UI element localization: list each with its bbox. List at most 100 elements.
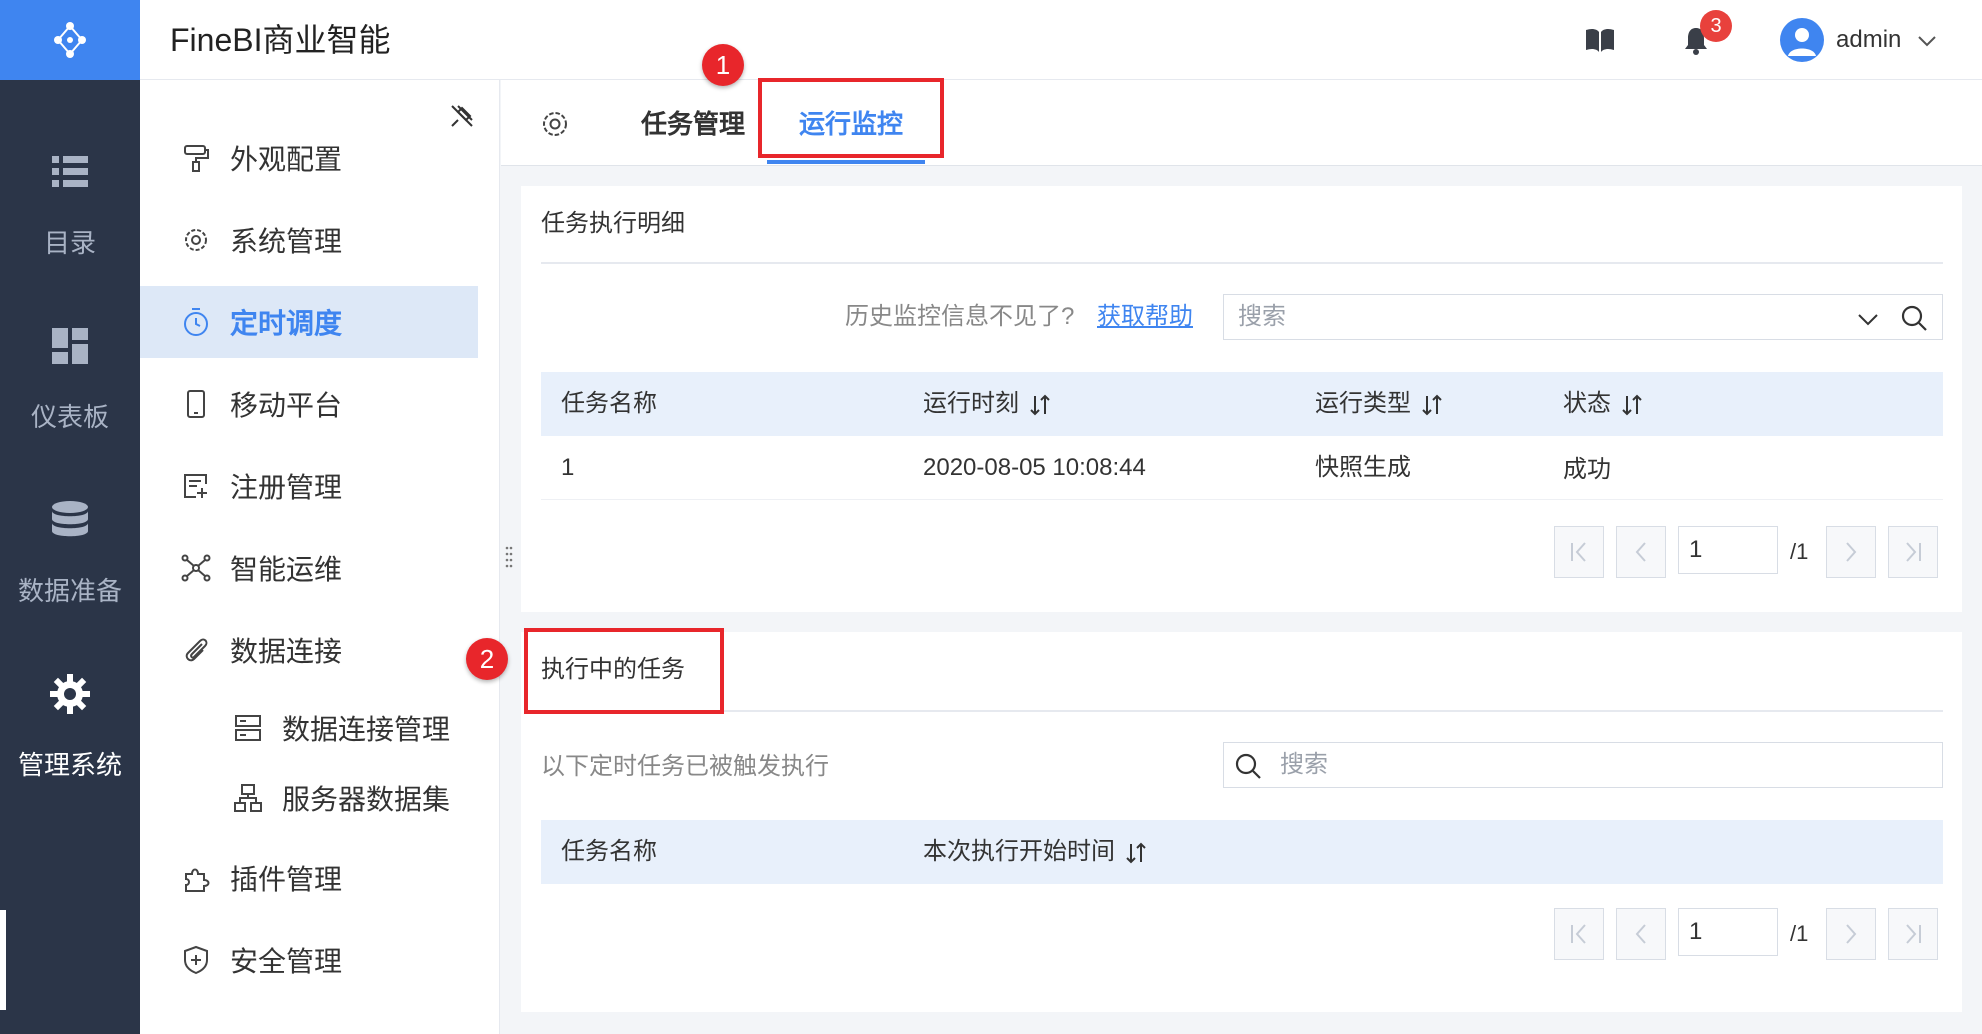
settings-icon[interactable] (539, 108, 571, 140)
running-hint: 以下定时任务已被触发执行 (541, 753, 829, 780)
pagination: 1 /1 (1554, 526, 1938, 578)
rail-item-label: 目录 (43, 228, 96, 258)
primary-sidebar: 目录 仪表板 数据准备 管理系统 (0, 80, 140, 1034)
annotation-highlight-tab (758, 78, 944, 158)
chevron-down-icon[interactable] (1856, 307, 1880, 331)
resize-handle[interactable] (504, 544, 514, 572)
running-tasks-panel: 执行中的任务 以下定时任务已被触发执行 搜索 任务名称 本次执行开始时间 1 /… (521, 632, 1962, 1012)
nav-item-registration[interactable]: 注册管理 (140, 450, 478, 522)
app-logo[interactable] (0, 0, 140, 80)
mobile-icon (187, 390, 205, 418)
search-icon[interactable] (1234, 752, 1262, 780)
page-number-input[interactable]: 1 (1678, 908, 1778, 956)
last-page-icon (1906, 542, 1921, 562)
sort-icon[interactable] (1027, 393, 1053, 417)
rail-item-dashboard[interactable]: 仪表板 (0, 324, 140, 524)
user-name[interactable]: admin (1836, 26, 1901, 54)
prev-page-button[interactable] (1616, 526, 1666, 578)
running-search-input[interactable]: 搜索 (1223, 742, 1943, 788)
avatar[interactable] (1780, 18, 1824, 62)
cell-status: 成功 (1563, 456, 1611, 483)
next-page-button[interactable] (1826, 908, 1876, 960)
nav-item-label: 数据连接 (230, 636, 343, 667)
rail-item-label: 仪表板 (30, 402, 109, 432)
column-label: 本次执行开始时间 (923, 838, 1115, 865)
nav-item-ops[interactable]: 智能运维 (140, 532, 478, 604)
nav-item-connection-manage[interactable]: 数据连接管理 (140, 692, 478, 764)
gear-icon (185, 229, 207, 251)
book-icon[interactable] (1584, 26, 1616, 54)
column-header-status[interactable]: 状态 (1563, 388, 1645, 420)
rail-active-indicator (0, 910, 6, 1010)
search-icon[interactable] (1900, 304, 1928, 332)
column-header-name: 任务名称 (561, 836, 657, 868)
registration-icon (184, 474, 207, 498)
sort-icon[interactable] (1619, 393, 1645, 417)
first-page-icon (1571, 924, 1586, 944)
rail-item-catalog[interactable]: 目录 (0, 150, 140, 350)
cell-run-time: 2020-08-05 10:08:44 (923, 454, 1146, 481)
page-total: /1 (1790, 539, 1809, 564)
column-header-name: 任务名称 (561, 388, 657, 420)
first-page-button[interactable] (1554, 908, 1604, 960)
chevron-down-icon[interactable] (1916, 30, 1938, 52)
divider (541, 710, 1943, 712)
paint-roller-icon (184, 145, 209, 172)
nav-item-label: 数据连接管理 (282, 714, 451, 745)
chevron-left-icon (1635, 924, 1646, 944)
dashboard-icon (52, 328, 88, 364)
next-page-button[interactable] (1826, 526, 1876, 578)
cell-run-type: 快照生成 (1315, 454, 1411, 481)
nav-item-security[interactable]: 安全管理 (140, 924, 478, 996)
nav-item-label: 注册管理 (230, 472, 343, 503)
gear-icon (50, 674, 90, 714)
column-label: 状态 (1563, 390, 1611, 417)
last-page-button[interactable] (1888, 908, 1938, 960)
chevron-right-icon (1846, 924, 1857, 944)
nav-item-data-connection[interactable]: 数据连接 (140, 614, 478, 686)
rail-item-label: 数据准备 (17, 576, 122, 606)
nav-item-mobile[interactable]: 移动平台 (140, 368, 478, 440)
column-label: 任务名称 (561, 838, 657, 865)
table-row[interactable]: 1 2020-08-05 10:08:44 快照生成 成功 (541, 436, 1943, 500)
sort-icon[interactable] (1419, 393, 1445, 417)
nav-item-schedule[interactable]: 定时调度 (140, 286, 478, 358)
nav-item-label: 服务器数据集 (282, 784, 451, 815)
column-header-start-time[interactable]: 本次执行开始时间 (923, 836, 1149, 868)
secondary-sidebar: 外观配置 系统管理 定时调度 移动平台 注册管理 智能运维 数据连接 数据连接管… (140, 80, 500, 1034)
page-number-input[interactable]: 1 (1678, 526, 1778, 574)
divider (541, 262, 1943, 264)
network-icon (181, 554, 211, 582)
tab-bar: 任务管理 运行监控 (501, 80, 1982, 166)
first-page-icon (1571, 542, 1586, 562)
column-label: 运行时刻 (923, 390, 1019, 417)
column-label: 任务名称 (561, 390, 657, 417)
get-help-link[interactable]: 获取帮助 (1097, 302, 1193, 332)
app-title: FineBI商业智能 (170, 22, 391, 58)
paperclip-icon (185, 638, 208, 662)
annotation-marker: 2 (466, 638, 508, 680)
rail-item-management[interactable]: 管理系统 (0, 672, 140, 872)
nav-item-plugins[interactable]: 插件管理 (140, 842, 478, 914)
chevron-right-icon (1846, 542, 1857, 562)
sort-icon[interactable] (1123, 841, 1149, 865)
server-stack-icon (235, 715, 261, 741)
nav-item-system[interactable]: 系统管理 (140, 204, 478, 276)
task-search-input[interactable]: 搜索 (1223, 294, 1943, 340)
nav-item-server-dataset[interactable]: 服务器数据集 (140, 762, 478, 834)
puzzle-icon (185, 868, 210, 892)
column-header-time[interactable]: 运行时刻 (923, 388, 1053, 420)
nav-item-appearance[interactable]: 外观配置 (140, 122, 478, 194)
first-page-button[interactable] (1554, 526, 1604, 578)
last-page-button[interactable] (1888, 526, 1938, 578)
active-tab-indicator (767, 160, 925, 164)
column-header-type[interactable]: 运行类型 (1315, 388, 1445, 420)
rail-item-data-prep[interactable]: 数据准备 (0, 498, 140, 698)
tab-task-management[interactable]: 任务管理 (641, 108, 745, 140)
panel-title: 任务执行明细 (541, 210, 685, 237)
annotation-highlight-section (524, 628, 724, 714)
table-header: 任务名称 运行时刻 运行类型 状态 (541, 372, 1943, 436)
prev-page-button[interactable] (1616, 908, 1666, 960)
nav-item-label: 安全管理 (230, 946, 343, 977)
nav-item-label: 插件管理 (230, 864, 343, 895)
